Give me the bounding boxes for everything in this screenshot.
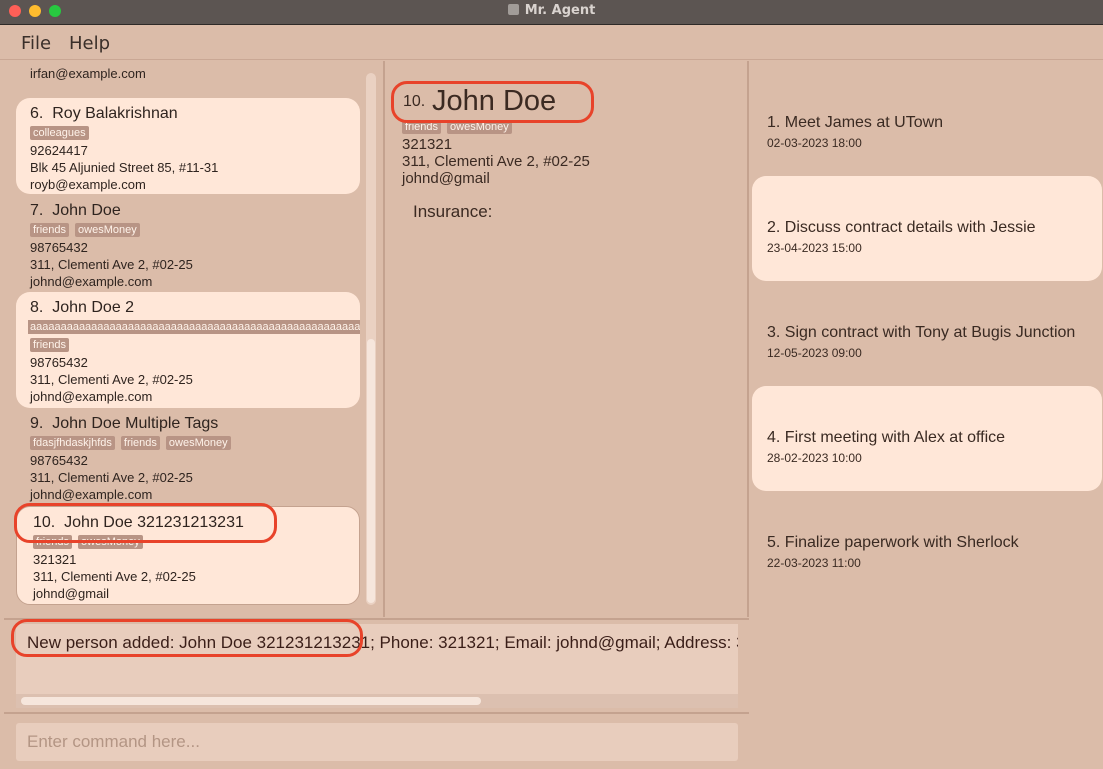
event-title: 1. Meet James at UTown bbox=[767, 114, 944, 131]
event-title: 3. Sign contract with Tony at Bugis Junc… bbox=[767, 324, 1076, 341]
tag-list: friends owesMoney bbox=[30, 223, 346, 237]
person-address: Blk 45 Aljunied Street 85, #11-31 bbox=[30, 160, 219, 175]
window-title: Mr. Agent bbox=[0, 3, 1103, 18]
tag: colleagues bbox=[30, 126, 89, 140]
person-phone: 98765432 bbox=[30, 453, 88, 468]
person-name: 6. Roy Balakrishnan bbox=[30, 105, 178, 122]
command-input[interactable] bbox=[27, 732, 727, 752]
event-date: 22-03-2023 11:00 bbox=[767, 556, 861, 570]
event-card[interactable]: 2. Discuss contract details with Jessie … bbox=[752, 176, 1102, 281]
tag: owesMoney bbox=[165, 436, 231, 450]
person-detail-panel: 10. John Doe friends owesMoney 321321 31… bbox=[387, 61, 749, 617]
event-card[interactable]: 3. Sign contract with Tony at Bugis Junc… bbox=[752, 281, 1102, 386]
event-card[interactable]: 4. First meeting with Alex at office 28-… bbox=[752, 386, 1102, 491]
person-email: johnd@example.com bbox=[30, 389, 153, 404]
detail-index: 10. bbox=[403, 93, 426, 110]
tag: aaaaaaaaaaaaaaaaaaaaaaaaaaaaaaaaaaaaaaaa… bbox=[28, 320, 360, 334]
detail-name: John Doe bbox=[432, 85, 557, 117]
event-date: 23-04-2023 15:00 bbox=[767, 241, 862, 255]
person-card-selected[interactable]: 10. John Doe 321231213231 friends owesMo… bbox=[16, 506, 360, 605]
tag: fdasjfhdaskjhfds bbox=[30, 436, 115, 450]
person-address: 311, Clementi Ave 2, #02-25 bbox=[30, 470, 193, 485]
tag: owesMoney bbox=[75, 223, 140, 237]
person-address: 311, Clementi Ave 2, #02-25 bbox=[30, 372, 193, 387]
tag-list: colleagues bbox=[30, 126, 346, 140]
person-card[interactable]: 9. John Doe Multiple Tags fdasjfhdaskjhf… bbox=[16, 408, 360, 504]
tag: friends bbox=[33, 535, 73, 549]
person-name: 9. John Doe Multiple Tags bbox=[30, 415, 219, 432]
person-phone: 92624417 bbox=[30, 143, 88, 158]
menu-help[interactable]: Help bbox=[69, 33, 110, 54]
detail-tag-list: friends owesMoney bbox=[402, 120, 512, 134]
tag-list: friends owesMoney bbox=[31, 535, 345, 549]
tag-list: fdasjfhdaskjhfds friends owesMoney bbox=[30, 436, 346, 450]
person-phone: 98765432 bbox=[30, 355, 88, 370]
result-text: New person added: John Doe 321231213231;… bbox=[27, 633, 738, 652]
event-card[interactable]: 5. Finalize paperwork with Sherlock 22-0… bbox=[752, 491, 1102, 596]
detail-email: johnd@gmail bbox=[402, 170, 490, 187]
person-name: 7. John Doe bbox=[30, 202, 121, 219]
menu-bar: File Help bbox=[0, 25, 1103, 60]
event-title: 5. Finalize paperwork with Sherlock bbox=[767, 534, 1019, 551]
tag: friends bbox=[402, 120, 442, 134]
tag: friends bbox=[120, 436, 160, 450]
person-email: johnd@example.com bbox=[30, 487, 153, 502]
command-box[interactable] bbox=[16, 723, 738, 761]
insurance-label: Insurance: bbox=[413, 202, 493, 221]
event-card[interactable]: 1. Meet James at UTown 02-03-2023 18:00 bbox=[752, 71, 1102, 176]
person-phone: 321321 bbox=[33, 552, 77, 567]
tag-list: friends bbox=[30, 338, 346, 352]
result-hscrollbar-thumb[interactable] bbox=[21, 697, 481, 705]
list-scrollbar-thumb[interactable] bbox=[367, 339, 375, 603]
event-date: 28-02-2023 10:00 bbox=[767, 451, 862, 465]
person-phone: 98765432 bbox=[30, 240, 88, 255]
person-email: johnd@gmail bbox=[33, 586, 110, 601]
person-name: 10. John Doe 321231213231 bbox=[33, 514, 244, 531]
person-card[interactable]: irfan@example.com bbox=[16, 61, 360, 89]
app-icon bbox=[507, 4, 519, 15]
result-box[interactable]: New person added: John Doe 321231213231;… bbox=[16, 624, 738, 708]
person-list[interactable]: irfan@example.com 6. Roy Balakrishnan co… bbox=[4, 61, 385, 617]
tag: friends bbox=[30, 223, 70, 237]
event-title: 4. First meeting with Alex at office bbox=[767, 429, 1006, 446]
person-email: royb@example.com bbox=[30, 177, 146, 192]
person-email: johnd@example.com bbox=[30, 274, 153, 289]
person-card[interactable]: 6. Roy Balakrishnan colleagues 92624417 … bbox=[16, 98, 360, 194]
person-card[interactable]: 8. John Doe 2 aaaaaaaaaaaaaaaaaaaaaaaaaa… bbox=[16, 292, 360, 408]
person-name: 8. John Doe 2 bbox=[30, 299, 135, 316]
event-date: 02-03-2023 18:00 bbox=[767, 136, 862, 150]
detail-phone: 321321 bbox=[402, 136, 453, 153]
tag: owesMoney bbox=[78, 535, 143, 549]
app-window: File Help irfan@example.com 6. Roy Balak… bbox=[0, 25, 1103, 769]
detail-address: 311, Clementi Ave 2, #02-25 bbox=[402, 153, 590, 170]
event-title: 2. Discuss contract details with Jessie bbox=[767, 219, 1036, 236]
person-card[interactable]: 7. John Doe friends owesMoney 98765432 3… bbox=[16, 195, 360, 291]
event-date: 12-05-2023 09:00 bbox=[767, 346, 862, 360]
tag: owesMoney bbox=[447, 120, 512, 134]
event-list[interactable]: 1. Meet James at UTown 02-03-2023 18:00 … bbox=[752, 61, 1103, 769]
result-display: New person added: John Doe 321231213231;… bbox=[4, 618, 749, 714]
person-address: 311, Clementi Ave 2, #02-25 bbox=[33, 569, 196, 584]
tag: friends bbox=[30, 338, 70, 352]
title-bar: Mr. Agent bbox=[0, 0, 1103, 25]
person-address: 311, Clementi Ave 2, #02-25 bbox=[30, 257, 193, 272]
person-email: irfan@example.com bbox=[30, 66, 146, 81]
menu-file[interactable]: File bbox=[21, 33, 51, 54]
